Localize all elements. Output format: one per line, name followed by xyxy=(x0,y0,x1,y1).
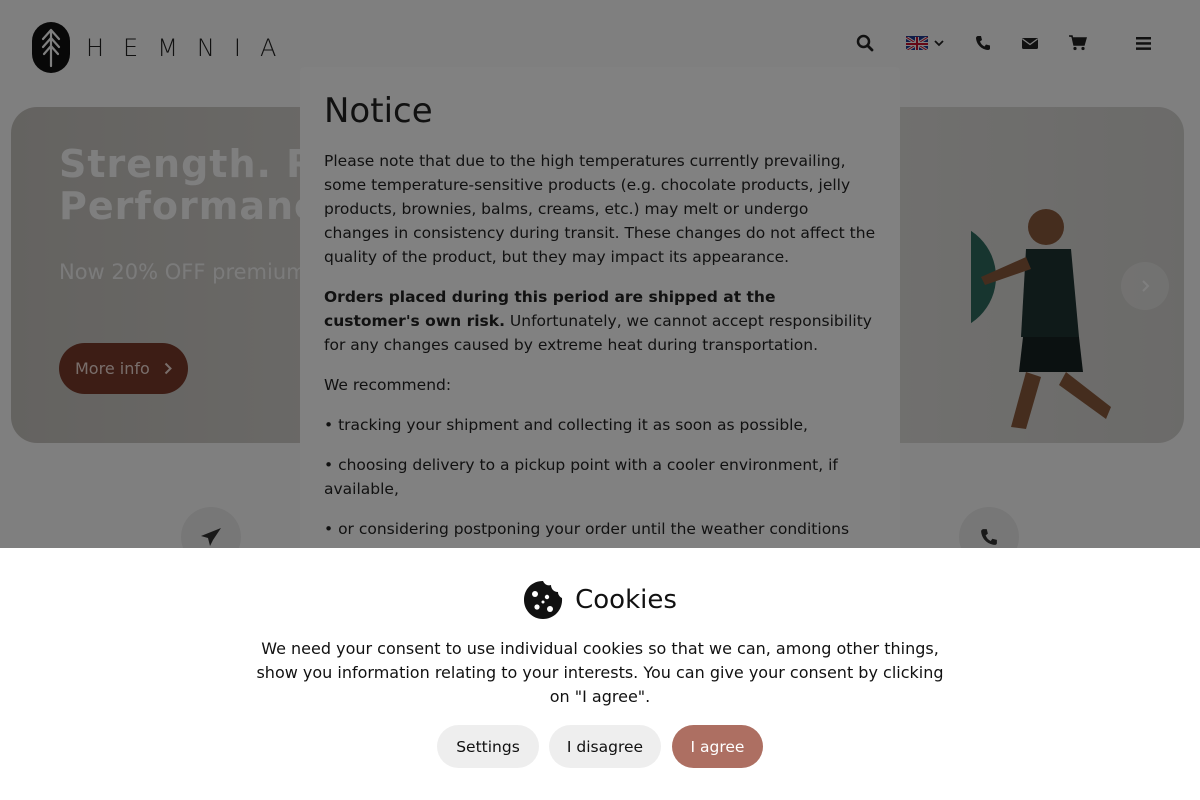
notice-recommend-label: We recommend: xyxy=(324,376,452,394)
cookie-agree-button[interactable]: I agree xyxy=(672,725,763,768)
cookie-settings-button[interactable]: Settings xyxy=(437,725,539,768)
notice-bullet-postpone: • or considering postponing your order u… xyxy=(324,520,850,538)
cookie-header: Cookies xyxy=(0,580,1200,620)
notice-bullet-tracking: • tracking your shipment and collecting … xyxy=(324,416,808,434)
notice-modal: Notice Please note that due to the high … xyxy=(300,67,900,548)
notice-paragraph-heat: Please note that due to the high tempera… xyxy=(324,152,876,266)
cookie-description: We need your consent to use individual c… xyxy=(256,639,944,706)
cookie-icon xyxy=(524,581,563,619)
cookie-disagree-button[interactable]: I disagree xyxy=(549,725,661,768)
notice-title: Notice xyxy=(324,91,433,131)
cookie-title: Cookies xyxy=(575,585,677,615)
notice-paragraph-risk: Orders placed during this period are shi… xyxy=(324,285,876,357)
notice-bullet-pickup: • choosing delivery to a pickup point wi… xyxy=(324,456,838,498)
cookie-consent-bar: Cookies We need your consent to use indi… xyxy=(0,548,1200,800)
